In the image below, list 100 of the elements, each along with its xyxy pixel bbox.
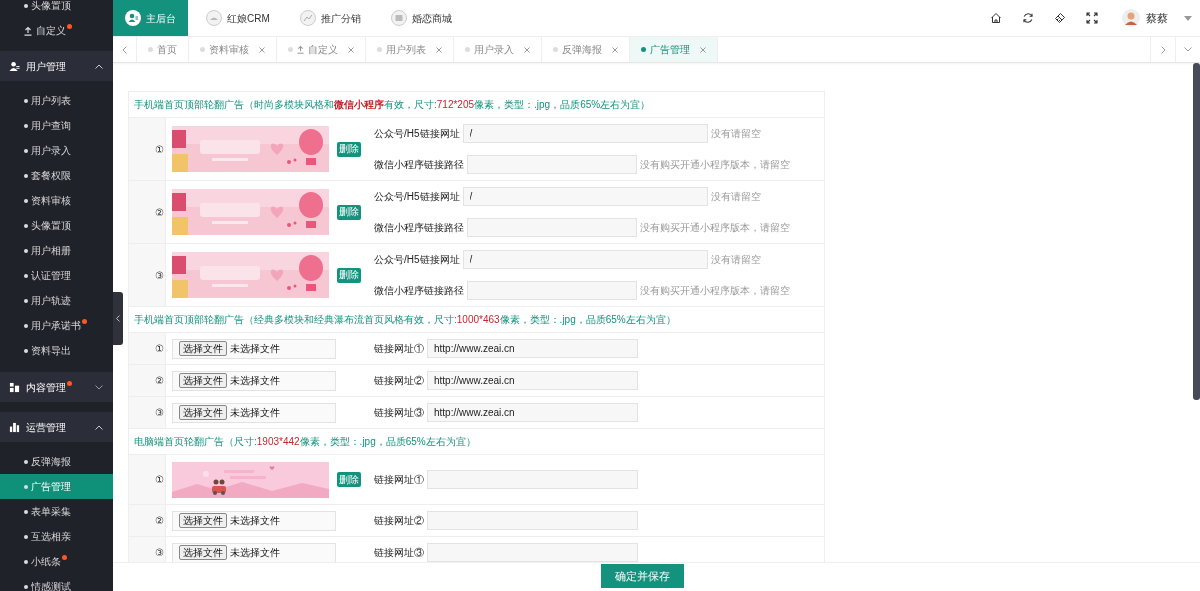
page-tab[interactable]: 自定义 (277, 37, 366, 62)
file-input[interactable]: 选择文件 未选择文件 (172, 542, 336, 563)
link-field[interactable] (427, 470, 638, 489)
chevron-down-icon (1184, 47, 1192, 52)
section-title: 手机端首页顶部轮翻广告（时尚多模块风格和微信小程序有效，尺寸:712*205像素，类型：.jpg，品质65%左右为宜） (134, 98, 651, 112)
close-icon[interactable] (612, 46, 618, 53)
scrollbar[interactable] (1193, 63, 1200, 400)
file-status: 未选择文件 (230, 342, 280, 356)
choose-file-button[interactable]: 选择文件 (179, 405, 227, 420)
sidebar-group[interactable]: 用户管理 (0, 51, 113, 81)
field-label: 链接网址③ (374, 546, 424, 560)
link-field[interactable]: http://www.zeai.cn (427, 371, 638, 390)
module-tab[interactable]: 主后台 (113, 0, 188, 36)
sidebar-item[interactable]: 资料审核 (0, 188, 113, 213)
link-field[interactable] (427, 543, 638, 562)
field-label: 链接网址② (374, 514, 424, 528)
sidebar-item[interactable]: 用户查询 (0, 113, 113, 138)
delete-button[interactable]: 删除 (337, 204, 361, 220)
avatar-icon[interactable] (1122, 9, 1140, 27)
sidebar-item[interactable]: 广告管理 (0, 474, 113, 499)
save-button[interactable]: 确定并保存 (601, 564, 684, 588)
row-index: ③ (155, 546, 164, 560)
link-field[interactable] (467, 281, 637, 300)
sidebar-item[interactable]: 表单采集 (0, 499, 113, 524)
file-status: 未选择文件 (230, 514, 280, 528)
link-field[interactable]: / (462, 124, 708, 143)
file-status: 未选择文件 (230, 374, 280, 388)
page-tab[interactable]: 资料审核 (189, 37, 277, 62)
sidebar-item[interactable]: 反弹海报 (0, 449, 113, 474)
sidebar-item[interactable]: 用户列表 (0, 88, 113, 113)
field-hint: 没有购买开通小程序版本，请留空 (640, 284, 790, 298)
sidebar-group[interactable]: 运营管理 (0, 412, 113, 442)
sidebar-item[interactable]: 用户录入 (0, 138, 113, 163)
sidebar-item[interactable]: 情感测试 (0, 574, 113, 591)
chevron-left-icon (122, 45, 127, 54)
choose-file-button[interactable]: 选择文件 (179, 513, 227, 528)
module-tab[interactable]: 婚恋商城 (378, 0, 464, 36)
link-field[interactable]: http://www.zeai.cn (427, 403, 638, 422)
sidebar-item[interactable]: 头像置顶 (0, 213, 113, 238)
file-input[interactable]: 选择文件 未选择文件 (172, 402, 336, 423)
close-icon[interactable] (348, 46, 354, 53)
link-field[interactable] (467, 155, 637, 174)
bullet-icon (24, 98, 28, 103)
row-index: ② (155, 374, 164, 388)
field-hint: 没有请留空 (710, 190, 761, 204)
sidebar-item[interactable]: 头像置顶 (0, 0, 113, 18)
page-tab[interactable]: 用户录入 (454, 37, 542, 62)
choose-file-button[interactable]: 选择文件 (179, 341, 227, 356)
choose-file-button[interactable]: 选择文件 (179, 545, 227, 560)
file-status: 未选择文件 (230, 406, 280, 420)
close-icon[interactable] (259, 46, 265, 53)
delete-button[interactable]: 删除 (337, 267, 361, 283)
sidebar-item[interactable]: 认证管理 (0, 263, 113, 288)
chevron-right-icon (1160, 45, 1166, 54)
caret-icon[interactable] (1184, 15, 1192, 21)
sidebar-item[interactable]: 互选相亲 (0, 524, 113, 549)
file-input[interactable]: 选择文件 未选择文件 (172, 338, 336, 359)
close-icon[interactable] (524, 46, 530, 53)
upload-icon (297, 45, 304, 54)
section-title: 电脑端首页轮翻广告（尺寸:1903*442像素，类型：.jpg，品质65%左右为宜） (134, 435, 476, 449)
sidebar-item[interactable]: 资料导出 (0, 338, 113, 363)
sidebar-item[interactable]: 小纸条 (0, 549, 113, 574)
upload-icon (24, 25, 32, 36)
fullscreen-icon[interactable] (1086, 12, 1098, 24)
link-field[interactable] (427, 511, 638, 530)
file-input[interactable]: 选择文件 未选择文件 (172, 370, 336, 391)
field-label: 微信小程序链接路径 (374, 284, 464, 298)
choose-file-button[interactable]: 选择文件 (179, 373, 227, 388)
link-field[interactable]: http://www.zeai.cn (427, 339, 638, 358)
collapse-handle[interactable] (113, 292, 123, 345)
page-tab[interactable]: 广告管理 (630, 37, 718, 62)
file-input[interactable]: 选择文件 未选择文件 (172, 510, 336, 531)
delete-button[interactable]: 删除 (337, 472, 361, 487)
user-name[interactable]: 蔡蔡 (1146, 9, 1168, 27)
close-icon[interactable] (436, 46, 442, 53)
home-icon[interactable] (990, 12, 1002, 24)
close-icon[interactable] (700, 46, 706, 53)
link-field[interactable]: / (462, 187, 708, 206)
bullet-icon (24, 484, 28, 489)
sidebar-item[interactable]: 用户轨迹 (0, 288, 113, 313)
sidebar-item[interactable]: 用户承诺书 (0, 313, 113, 338)
sidebar-item[interactable]: 用户相册 (0, 238, 113, 263)
module-tab[interactable]: 推广分销 (287, 0, 373, 36)
sidebar-item[interactable]: 套餐权限 (0, 163, 113, 188)
bullet-icon (24, 584, 28, 589)
link-field[interactable]: / (462, 250, 708, 269)
bullet-icon (24, 248, 28, 253)
delete-button[interactable]: 删除 (337, 141, 361, 157)
page-tab[interactable]: 用户列表 (366, 37, 454, 62)
module-tab[interactable]: 红娘CRM (194, 0, 282, 36)
chart-icon (299, 10, 316, 26)
link-field[interactable] (467, 218, 637, 237)
field-hint: 没有请留空 (710, 253, 761, 267)
bullet-icon (24, 348, 28, 353)
sidebar-item[interactable]: 自定义 (0, 18, 113, 43)
refresh-icon[interactable] (1022, 12, 1034, 24)
page-tab[interactable]: 首页 (137, 37, 189, 62)
field-label: 微信小程序链接路径 (374, 158, 464, 172)
blocks-icon (9, 381, 20, 393)
sidebar-group[interactable]: 内容管理 (0, 372, 113, 402)
